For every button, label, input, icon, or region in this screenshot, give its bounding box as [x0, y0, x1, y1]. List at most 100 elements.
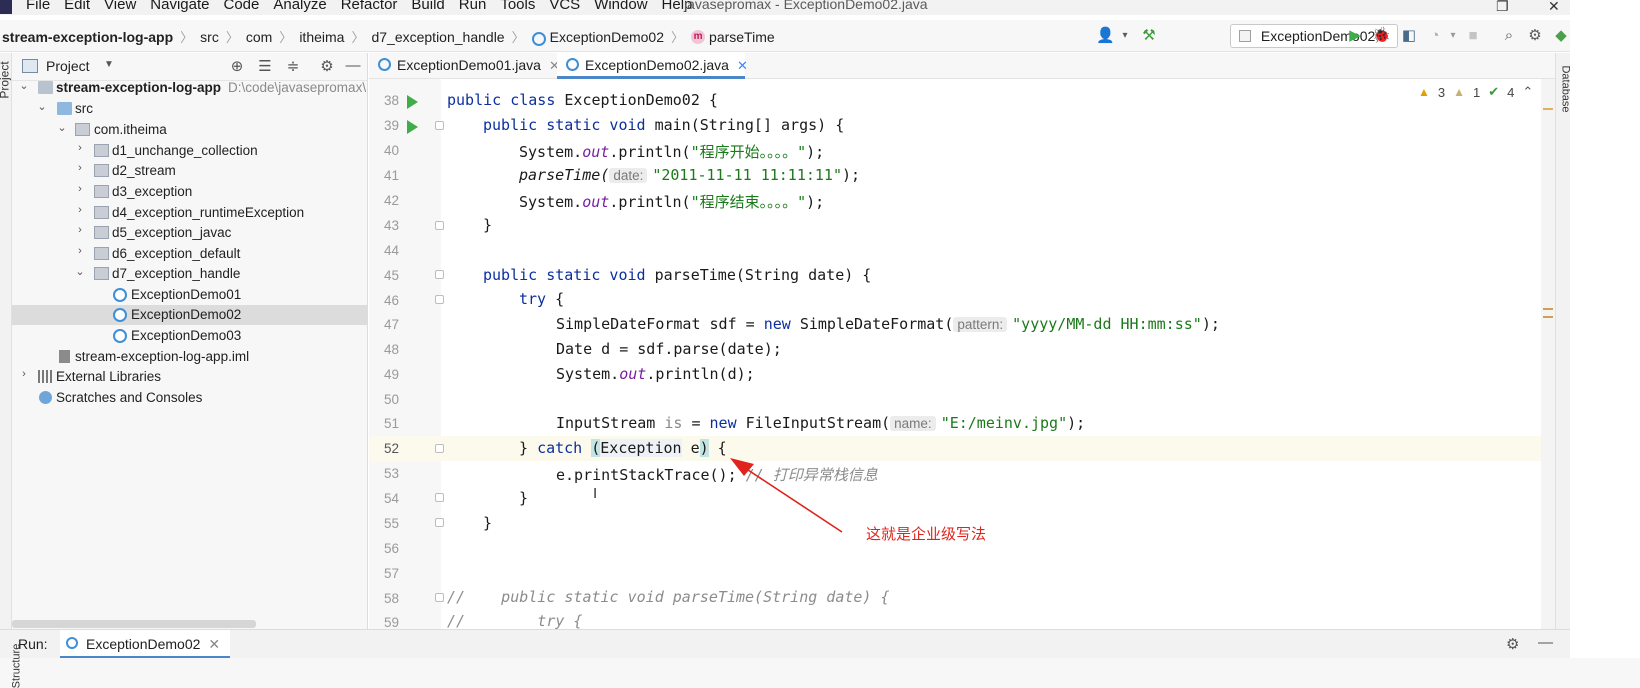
menu-tools[interactable]: Tools	[500, 0, 543, 13]
tree-item-package[interactable]: › d3_exception	[12, 182, 367, 202]
restore-window-icon[interactable]: ❐	[1496, 0, 1509, 15]
chevron-right-icon[interactable]: ›	[18, 368, 30, 380]
search-icon[interactable]: ⌕	[1500, 27, 1518, 45]
fold-marker-icon[interactable]	[435, 518, 444, 527]
fold-marker-icon[interactable]	[435, 295, 444, 304]
fold-marker-icon[interactable]	[435, 593, 444, 602]
tab-exceptiondemo02[interactable]: ExceptionDemo02.java ✕	[557, 53, 748, 79]
run-gutter-icon[interactable]	[407, 95, 418, 109]
run-gutter-icon[interactable]	[407, 120, 418, 134]
menu-edit[interactable]: Edit	[64, 0, 98, 13]
source-folder-icon	[57, 102, 72, 115]
warning-stripe-mark[interactable]	[1543, 316, 1553, 318]
close-tab-icon[interactable]: ✕	[208, 636, 220, 652]
profiler-icon[interactable]: ◔	[1426, 27, 1444, 45]
breadcrumb-method[interactable]: parseTime	[709, 29, 775, 45]
breadcrumb-com[interactable]: com	[246, 29, 272, 45]
tree-item-module[interactable]: ⌄ stream-exception-log-app D:\code\javas…	[12, 78, 367, 98]
run-tab[interactable]: ExceptionDemo02 ✕	[60, 630, 231, 658]
plugin-icon[interactable]: ◆	[1552, 27, 1570, 45]
gear-icon[interactable]: ⚙	[318, 57, 336, 75]
tree-item-scratches[interactable]: Scratches and Consoles	[12, 388, 367, 408]
chevron-down-icon[interactable]: ⌄	[74, 265, 86, 278]
tree-item-package[interactable]: › d1_unchange_collection	[12, 141, 367, 161]
collapse-all-icon[interactable]: ≑	[284, 57, 302, 75]
fold-marker-icon[interactable]	[435, 444, 444, 453]
tree-item-label: stream-exception-log-app	[56, 80, 222, 95]
locate-icon[interactable]: ⊕	[228, 57, 246, 75]
chevron-right-icon[interactable]: ›	[74, 162, 86, 174]
chevron-right-icon[interactable]: ›	[74, 204, 86, 216]
project-tool-label[interactable]: Project	[0, 61, 12, 98]
horizontal-scrollbar[interactable]	[12, 620, 256, 628]
code-editor[interactable]	[441, 79, 1541, 648]
run-icon[interactable]: ▶	[1346, 27, 1364, 45]
tree-item-package[interactable]: › d5_exception_javac	[12, 223, 367, 243]
tree-item-package[interactable]: › d6_exception_default	[12, 244, 367, 264]
chevron-right-icon[interactable]: ›	[74, 142, 86, 154]
breadcrumb-package[interactable]: d7_exception_handle	[371, 29, 504, 45]
minimize-icon[interactable]: —	[1538, 634, 1553, 651]
chevron-right-icon[interactable]: ›	[74, 183, 86, 195]
structure-tool-label[interactable]: Structure	[10, 644, 22, 688]
tree-item-class-selected[interactable]: ExceptionDemo02	[12, 305, 367, 325]
menu-code[interactable]: Code	[223, 0, 267, 13]
parameter-hint: date:	[609, 168, 648, 183]
menu-window[interactable]: Window	[594, 0, 655, 13]
hammer-build-icon[interactable]: ⚒	[1140, 27, 1158, 45]
breadcrumb-itheima[interactable]: itheima	[299, 29, 344, 45]
expand-all-icon[interactable]: ☰	[256, 57, 274, 75]
tree-item-libraries[interactable]: › External Libraries	[12, 367, 367, 387]
chevron-down-icon[interactable]: ⌄	[56, 121, 68, 134]
stop-icon[interactable]: ■	[1464, 27, 1482, 45]
line-number: 44	[383, 243, 399, 258]
gear-icon[interactable]: ⚙	[1506, 635, 1519, 653]
tree-item-class[interactable]: ExceptionDemo03	[12, 326, 367, 346]
close-tab-icon[interactable]: ✕	[737, 58, 748, 73]
chevron-down-icon[interactable]: ▼	[104, 59, 114, 70]
menu-view[interactable]: View	[104, 0, 144, 13]
fold-marker-icon[interactable]	[435, 121, 444, 130]
menu-file[interactable]: File	[26, 0, 58, 13]
chevron-right-icon[interactable]: ›	[74, 224, 86, 236]
chevron-right-icon[interactable]: ›	[74, 245, 86, 257]
menu-navigate[interactable]: Navigate	[150, 0, 217, 13]
tree-item-package[interactable]: ⌄ d7_exception_handle	[12, 264, 367, 284]
tree-item-package[interactable]: ⌄ com.itheima	[12, 120, 367, 140]
tree-item-src[interactable]: ⌄ src	[12, 99, 367, 119]
fold-marker-icon[interactable]	[435, 493, 444, 502]
method-icon: m	[691, 29, 706, 44]
tab-exceptiondemo01[interactable]: ExceptionDemo01.java ✕	[369, 53, 560, 79]
menu-analyze[interactable]: Analyze	[273, 0, 334, 13]
close-window-icon[interactable]: ✕	[1548, 0, 1560, 15]
project-panel-title[interactable]: Project	[46, 58, 90, 74]
breadcrumb-project[interactable]: stream-exception-log-app	[2, 29, 173, 45]
error-stripe[interactable]	[1541, 79, 1555, 648]
tree-item-package[interactable]: › d2_stream	[12, 161, 367, 181]
user-icon[interactable]: 👤	[1096, 27, 1115, 45]
coverage-icon[interactable]: ◧	[1400, 27, 1418, 45]
gear-icon[interactable]: ⚙	[1526, 27, 1544, 45]
breadcrumb-class[interactable]: ExceptionDemo02	[550, 29, 664, 45]
chevron-down-icon[interactable]: ▾	[1116, 27, 1134, 45]
menu-build[interactable]: Build	[411, 0, 452, 13]
menu-vcs[interactable]: VCS	[549, 0, 588, 13]
chevron-down-icon[interactable]: ⌄	[18, 79, 30, 92]
warning-stripe-mark[interactable]	[1543, 108, 1553, 110]
tree-item-class[interactable]: ExceptionDemo01	[12, 285, 367, 305]
inspection-widget[interactable]: ▲3 ▲1 ✔4 ⌃ ⌄	[1418, 84, 1552, 100]
menu-run[interactable]: Run	[459, 0, 495, 13]
fold-marker-icon[interactable]	[435, 221, 444, 230]
fold-marker-icon[interactable]	[435, 270, 444, 279]
project-panel-header: Project ▼ ⊕ ☰ ≑ ⚙ —	[12, 53, 367, 81]
warning-stripe-mark[interactable]	[1543, 308, 1553, 310]
chevron-down-icon[interactable]: ▾	[1444, 27, 1462, 45]
chevron-up-icon[interactable]: ⌃	[1522, 84, 1533, 100]
tree-item-package[interactable]: › d4_exception_runtimeException	[12, 203, 367, 223]
menu-refactor[interactable]: Refactor	[341, 0, 406, 13]
breadcrumb-src[interactable]: src	[200, 29, 219, 45]
tree-item-iml[interactable]: stream-exception-log-app.iml	[12, 347, 367, 367]
minimize-icon[interactable]: —	[344, 57, 362, 74]
chevron-down-icon[interactable]: ⌄	[36, 100, 48, 113]
debug-icon[interactable]: 🐞	[1372, 27, 1391, 45]
